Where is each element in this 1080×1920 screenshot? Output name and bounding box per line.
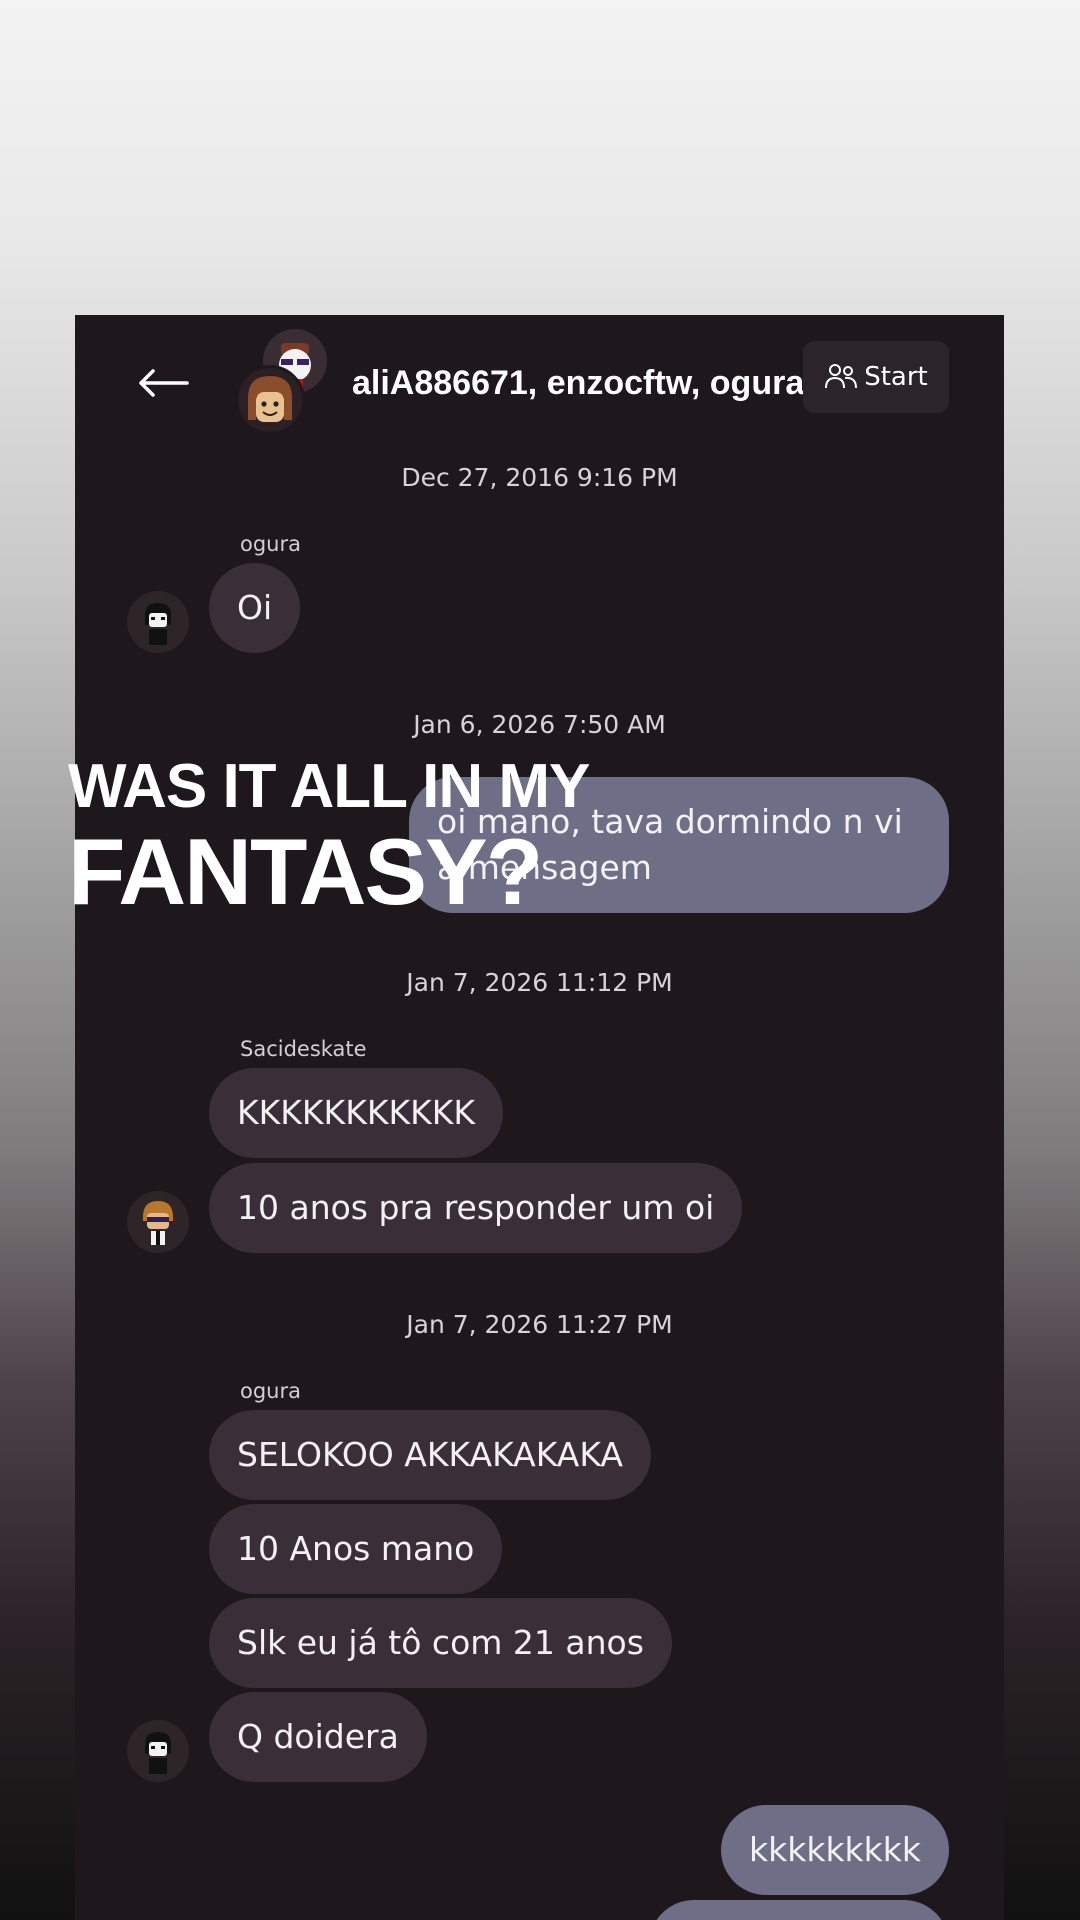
message-bubble[interactable]: Oi <box>209 563 301 653</box>
message-bubble[interactable]: 10 Anos mano <box>209 1504 503 1594</box>
outgoing-message-bubble[interactable] <box>649 1900 949 1920</box>
message-bubble[interactable]: SELOKOO AKKAKAKAKA <box>209 1410 652 1500</box>
chat-window: aliA886671, enzocftw, ogura... Start Dec… <box>75 315 1004 1920</box>
sender-name: ogura <box>240 1379 301 1403</box>
message-bubble[interactable]: Slk eu já tô com 21 anos <box>209 1598 672 1688</box>
timestamp: Jan 7, 2026 11:27 PM <box>406 1310 673 1339</box>
timestamp: Dec 27, 2016 9:16 PM <box>401 463 678 492</box>
people-icon <box>825 364 858 389</box>
sender-name: ogura <box>240 532 301 556</box>
back-button[interactable] <box>135 355 191 411</box>
timestamp: Jan 7, 2026 11:12 PM <box>406 968 673 997</box>
outgoing-message-bubble[interactable]: kkkkkkkkk <box>721 1805 949 1895</box>
message-bubble[interactable]: Q doidera <box>209 1692 427 1782</box>
avatar[interactable] <box>127 1720 189 1782</box>
chat-header: aliA886671, enzocftw, ogura... Start <box>75 315 1004 445</box>
timestamp: Jan 6, 2026 7:50 AM <box>413 710 666 739</box>
avatar <box>235 365 305 435</box>
sender-name: Sacideskate <box>240 1037 367 1061</box>
back-arrow-icon <box>139 369 189 397</box>
outgoing-message-bubble[interactable]: oi mano, tava dormindo n vi a mensagem <box>409 777 949 913</box>
message-bubble[interactable]: KKKKKKKKKKK <box>209 1068 504 1158</box>
start-button[interactable]: Start <box>803 341 949 413</box>
group-avatar[interactable] <box>235 329 335 439</box>
message-bubble[interactable]: 10 anos pra responder um oi <box>209 1163 743 1253</box>
start-label: Start <box>864 362 928 392</box>
avatar[interactable] <box>127 591 189 653</box>
avatar[interactable] <box>127 1191 189 1253</box>
